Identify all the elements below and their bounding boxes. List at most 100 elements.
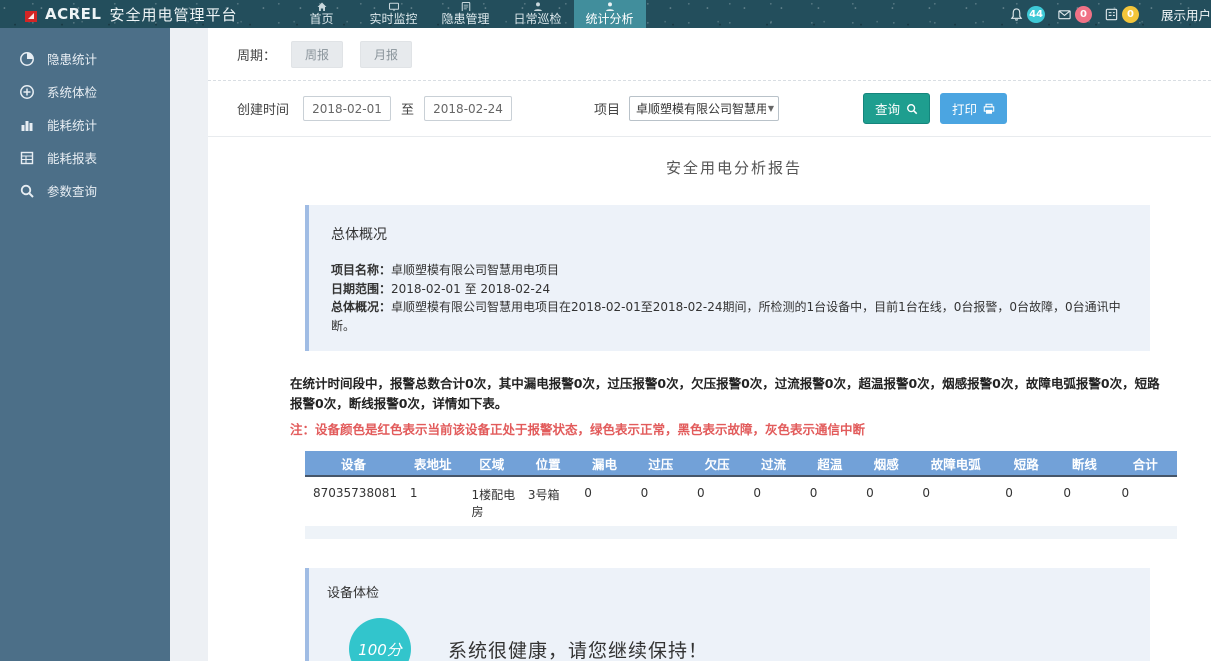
table-header-cell: 烟感 [858,451,914,476]
table-header-cell: 过流 [745,451,801,476]
table-header-cell: 设备 [305,451,402,476]
alarm-bell-icon[interactable] [1009,7,1024,22]
user-menu[interactable]: 展示用户 [1161,5,1211,24]
create-time-label: 创建时间 [237,99,289,118]
device-color-note: 注：设备颜色是红色表示当前该设备正处于报警状态，绿色表示正常，黑色表示故障，灰色… [290,419,1178,438]
table-cell: 0 [576,476,632,526]
nav-item-label: 统计分析 [585,11,633,28]
print-button-label: 打印 [952,99,977,118]
sidebar-item-hazard-stats[interactable]: 隐患统计 [0,42,170,75]
main-area: 周期： 周报 月报 创建时间 至 项目 卓顺塑模有限公司智慧用电项目 ▼ [170,28,1211,661]
sidebar-item-label: 系统体检 [47,82,97,101]
platform-name: 安全用电管理平台 [109,4,237,25]
alarm-count-badge[interactable]: 44 [1027,6,1045,23]
nav-item-home[interactable]: 首页 [286,0,358,28]
person-chart-icon [604,2,616,11]
acrel-logo-icon [25,8,39,21]
print-button[interactable]: 打印 [940,93,1007,124]
report-title: 安全用电分析报告 [290,137,1178,178]
device-health-section: 设备体检 100分 系统很健康，请您继续保持！ 共检查了7项，以下1项有隐患 V [305,568,1150,661]
table-header-row: 设备表地址区域位置漏电过压欠压过流超温烟感故障电弧短路断线合计 [305,451,1177,476]
content-panel: 周期： 周报 月报 创建时间 至 项目 卓顺塑模有限公司智慧用电项目 ▼ [208,28,1211,661]
topbar: ACREL 安全用电管理平台 首页 实时监控 隐患管理 日常巡检 统计分析 44 0 0… [0,0,1211,28]
table-header-cell: 故障电弧 [914,451,997,476]
query-button[interactable]: 查询 [863,93,930,124]
sidebar-item-energy-stats[interactable]: 能耗统计 [0,108,170,141]
project-select[interactable]: 卓顺塑模有限公司智慧用电项目 ▼ [629,96,779,121]
query-button-label: 查询 [875,99,900,118]
bar-chart-icon [19,117,35,133]
table-footer-strip [305,526,1177,539]
nav-item-label: 实时监控 [369,11,417,28]
health-score-badge: 100分 [349,618,411,661]
table-header-cell: 短路 [997,451,1055,476]
task-count-badge[interactable]: 0 [1122,6,1139,23]
message-count-badge[interactable]: 0 [1075,6,1092,23]
alarm-summary-paragraph: 在统计时间段中，报警总数合计0次，其中漏电报警0次，过压报警0次，欠压报警0次，… [290,374,1170,413]
nav-item-label: 隐患管理 [441,11,489,28]
action-buttons: 查询 打印 [863,93,1007,124]
table-cell: 0 [745,476,801,526]
table-header-cell: 表地址 [402,451,464,476]
sidebar-item-label: 能耗统计 [47,115,97,134]
table-header-cell: 区域 [464,451,520,476]
date-from-input[interactable] [303,96,391,121]
nav-item-hazard-management[interactable]: 隐患管理 [430,0,502,28]
monthly-report-button[interactable]: 月报 [360,41,412,68]
table-cell: 0 [689,476,745,526]
weekly-report-button[interactable]: 周报 [291,41,343,68]
search-icon [19,183,35,199]
logo-text: ACREL [45,5,101,23]
sidebar-item-energy-report[interactable]: 能耗报表 [0,141,170,174]
topbar-right: 44 0 0 展示用户 [1009,5,1211,24]
sidebar-item-parameter-query[interactable]: 参数查询 [0,174,170,207]
project-name-line: 项目名称：卓顺塑模有限公司智慧用电项目 [331,261,1130,280]
project-select-value: 卓顺塑模有限公司智慧用电项目 [636,100,766,117]
table-cell: 0 [802,476,858,526]
table-header-cell: 合计 [1113,451,1177,476]
person-icon [532,2,544,11]
to-label: 至 [401,99,414,118]
main-nav: 首页 实时监控 隐患管理 日常巡检 统计分析 [286,0,646,28]
sidebar-item-label: 隐患统计 [47,49,97,68]
nav-item-realtime-monitor[interactable]: 实时监控 [358,0,430,28]
alarm-table: 设备表地址区域位置漏电过压欠压过流超温烟感故障电弧短路断线合计870357380… [305,451,1177,526]
table-row: 8703573808111楼配电房3号箱0000000000 [305,476,1177,526]
nav-item-statistics-analysis[interactable]: 统计分析 [574,0,646,28]
nav-item-daily-patrol[interactable]: 日常巡检 [502,0,574,28]
table-cell: 1 [402,476,464,526]
overview-lines: 项目名称：卓顺塑模有限公司智慧用电项目 日期范围：2018-02-01 至 20… [331,261,1130,335]
table-cell: 0 [1113,476,1177,526]
report-table-icon [19,150,35,166]
date-to-input[interactable] [424,96,512,121]
overview-section-title: 总体概况 [331,224,1130,244]
monitor-icon [388,2,400,11]
project-label: 项目 [594,99,620,118]
device-link[interactable]: 87035738081 [305,476,402,526]
table-cell: 0 [914,476,997,526]
health-score-row: 100分 系统很健康，请您继续保持！ [349,618,1150,661]
sidebar-item-label: 参数查询 [47,181,97,200]
message-envelope-icon[interactable] [1057,7,1072,22]
sidebar: 隐患统计系统体检能耗统计能耗报表参数查询 [0,28,170,661]
table-header-cell: 漏电 [576,451,632,476]
sidebar-item-label: 能耗报表 [47,148,97,167]
nav-item-label: 日常巡检 [513,11,561,28]
overview-section: 总体概况 项目名称：卓顺塑模有限公司智慧用电项目 日期范围：2018-02-01… [305,205,1150,351]
magnifier-icon [906,103,918,115]
filter-row: 创建时间 至 项目 卓顺塑模有限公司智慧用电项目 ▼ 查询 [208,81,1211,136]
table-header-cell: 位置 [520,451,576,476]
brand-logo[interactable]: ACREL 安全用电管理平台 [25,4,238,25]
period-row: 周期： 周报 月报 [208,28,1211,80]
task-list-icon[interactable] [1104,7,1119,22]
sidebar-item-system-checkup[interactable]: 系统体检 [0,75,170,108]
date-range-line: 日期范围：2018-02-01 至 2018-02-24 [331,280,1130,299]
table-header-cell: 欠压 [689,451,745,476]
pie-chart-icon [19,51,35,67]
nav-item-label: 首页 [309,11,333,28]
chevron-down-icon: ▼ [768,104,774,113]
circle-plus-icon [19,84,35,100]
summary-line: 总体概况：卓顺塑模有限公司智慧用电项目在2018-02-01至2018-02-2… [331,298,1130,335]
project-filter: 项目 卓顺塑模有限公司智慧用电项目 ▼ [594,96,779,121]
printer-icon [983,103,995,115]
